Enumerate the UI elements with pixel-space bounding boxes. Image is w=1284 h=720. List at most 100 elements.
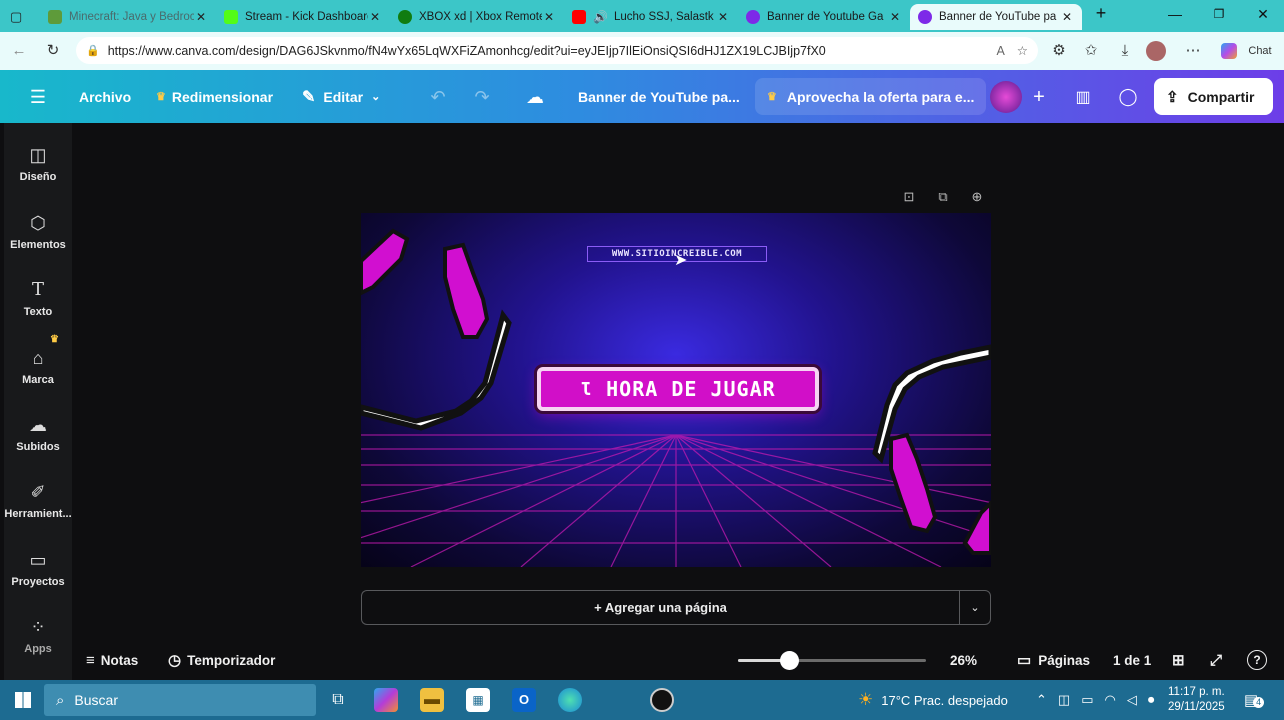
comment-icon[interactable]: ◯	[1111, 80, 1145, 114]
speaker-icon[interactable]: 🔊	[593, 10, 608, 24]
favorites-icon[interactable]: ✩	[1080, 40, 1102, 62]
close-tab-icon[interactable]: ✕	[1060, 10, 1074, 24]
sidebar-item-texto[interactable]: T Texto	[4, 278, 72, 318]
browser-tab[interactable]: Banner de Youtube Ga ✕	[738, 4, 910, 30]
address-bar[interactable]: 🔒 https://www.canva.com/design/DAG6JSkvn…	[76, 37, 1038, 64]
offer-button[interactable]: ♛ Aprovecha la oferta para e...	[755, 78, 987, 115]
refresh-icon[interactable]: ↻	[42, 40, 64, 62]
duplicate-page-icon[interactable]: ⧉	[932, 186, 954, 208]
microphone-icon[interactable]: ⏺	[1148, 692, 1155, 708]
microsoft-store-icon[interactable]: ▦	[466, 688, 490, 712]
close-window-button[interactable]: ✕	[1248, 6, 1278, 26]
pages-button[interactable]: ▭ Páginas	[1017, 648, 1090, 672]
cloud-upload-icon: ☁	[29, 415, 47, 435]
kick-favicon-icon	[224, 10, 238, 24]
share-button[interactable]: ⇪ Compartir	[1154, 78, 1273, 115]
wifi-icon[interactable]: ◠	[1105, 692, 1116, 708]
file-explorer-icon[interactable]: ▬	[420, 688, 444, 712]
edit-menu-button[interactable]: ✎ Editar ⌄	[302, 70, 380, 123]
help-icon[interactable]: ?	[1247, 650, 1267, 670]
task-view-icon[interactable]: ⧉	[326, 688, 350, 712]
cloud-saved-icon[interactable]: ☁	[518, 80, 552, 114]
sidebar-item-marca[interactable]: ⌂ Marca ♛	[4, 334, 72, 386]
notification-center-icon[interactable]: ▤ 4	[1244, 680, 1265, 720]
pixel-headphone-right	[872, 344, 991, 555]
grid-view-icon[interactable]: ⊞	[1172, 648, 1185, 672]
obs-studio-icon[interactable]	[650, 688, 674, 712]
sidebar-item-diseno[interactable]: ◫ Diseño	[4, 143, 72, 183]
user-avatar[interactable]	[990, 81, 1022, 113]
battery-icon[interactable]: ▭	[1081, 692, 1093, 708]
add-page-button[interactable]: + Agregar una página	[361, 590, 959, 625]
redo-icon[interactable]: ↷	[465, 80, 499, 114]
copilot-icon[interactable]	[1218, 40, 1240, 62]
file-menu-button[interactable]: Archivo	[79, 70, 131, 123]
browser-tab[interactable]: Minecraft: Java y Bedrock ✕	[40, 4, 216, 30]
close-tab-icon[interactable]: ✕	[716, 10, 730, 24]
canva-header: ☰ Archivo ♛ Redimensionar ✎ Editar ⌄ ↶ ↷…	[0, 70, 1284, 123]
timer-icon: ◷	[168, 652, 182, 669]
edge-browser-icon[interactable]	[558, 688, 582, 712]
add-page-icon[interactable]: ⊕	[966, 186, 988, 208]
zoom-slider-handle[interactable]	[780, 651, 799, 670]
add-collaborator-icon[interactable]: +	[1022, 80, 1056, 114]
insights-chart-icon[interactable]: ▥	[1066, 80, 1100, 114]
more-menu-icon[interactable]: ⋯	[1182, 40, 1204, 62]
system-tray-icons[interactable]: ⌃ ◫ ▭ ◠ ◁ ⏺	[1036, 680, 1154, 720]
new-tab-button[interactable]: +	[1086, 3, 1116, 23]
apps-icon: ⁘	[30, 617, 46, 637]
taskbar-search[interactable]: ⌕ Buscar	[44, 684, 316, 716]
browser-tab-active[interactable]: Banner de YouTube pa ✕	[910, 4, 1082, 30]
copilot-chat-label[interactable]: Chat	[1244, 40, 1276, 62]
tab-actions-icon[interactable]: ▢	[2, 4, 38, 30]
youtube-favicon-icon	[572, 10, 586, 24]
sidebar-item-herramientas[interactable]: ✐ Herramient...	[4, 480, 72, 520]
extension-icon[interactable]: ⚙	[1048, 40, 1070, 62]
browser-tab[interactable]: 🔊 Lucho SSJ, Salastk ✕	[564, 4, 738, 30]
lock-icon[interactable]: ⊡	[898, 186, 920, 208]
xbox-favicon-icon	[398, 10, 412, 24]
design-title[interactable]: Banner de YouTube pa...	[578, 70, 740, 123]
meet-now-icon[interactable]: ◫	[1058, 692, 1070, 708]
undo-icon[interactable]: ↶	[421, 80, 455, 114]
shapes-icon: ⬡	[30, 213, 46, 233]
url-text: https://www.canva.com/design/DAG6JSkvnmo…	[107, 43, 826, 58]
browser-tab[interactable]: XBOX xd | Xbox Remote ✕	[390, 4, 564, 30]
read-aloud-icon[interactable]: A	[996, 44, 1004, 58]
show-hidden-icons-icon[interactable]: ⌃	[1036, 692, 1047, 708]
close-tab-icon[interactable]: ✕	[194, 10, 208, 24]
share-upload-icon: ⇪	[1166, 88, 1179, 106]
zoom-percentage[interactable]: 26%	[950, 648, 977, 672]
windows-start-icon[interactable]	[11, 688, 35, 712]
outlook-icon[interactable]: O	[512, 688, 536, 712]
clock[interactable]: 11:17 p. m. 29/11/2025	[1168, 680, 1225, 720]
sidebar-item-subidos[interactable]: ☁ Subidos	[4, 413, 72, 453]
design-headline-pill[interactable]: Ɩ HORA DE JUGAR	[537, 367, 819, 411]
profile-avatar[interactable]	[1146, 41, 1166, 61]
resize-button[interactable]: ♛ Redimensionar	[156, 70, 273, 123]
notes-button[interactable]: ≡ Notas	[86, 648, 138, 672]
copilot-taskbar-icon[interactable]	[374, 688, 398, 712]
menu-hamburger-icon[interactable]: ☰	[21, 80, 55, 114]
add-page-dropdown-icon[interactable]: ⌄	[959, 590, 991, 625]
sidebar-item-elementos[interactable]: ⬡ Elementos	[4, 211, 72, 251]
close-tab-icon[interactable]: ✕	[542, 10, 556, 24]
close-tab-icon[interactable]: ✕	[368, 10, 382, 24]
minimize-button[interactable]: —	[1160, 6, 1190, 26]
cursor-bar-icon: Ɩ	[580, 378, 593, 400]
close-tab-icon[interactable]: ✕	[888, 10, 902, 24]
favorite-star-icon[interactable]: ☆	[1017, 43, 1028, 58]
back-icon[interactable]: ←	[8, 40, 30, 62]
crown-icon: ♛	[156, 91, 166, 103]
sidebar-item-apps[interactable]: ⁘ Apps	[4, 615, 72, 655]
fullscreen-icon[interactable]: ⤢	[1210, 648, 1222, 672]
volume-icon[interactable]: ◁	[1127, 692, 1137, 708]
side-panel: ◫ Diseño ⬡ Elementos T Texto ⌂ Marca ♛ ☁…	[4, 123, 72, 680]
download-icon[interactable]: ⤓	[1114, 40, 1136, 62]
weather-widget[interactable]: ☀ 17°C Prac. despejado	[858, 680, 1008, 720]
timer-button[interactable]: ◷ Temporizador	[168, 648, 275, 672]
browser-tab[interactable]: Stream - Kick Dashboard ✕	[216, 4, 390, 30]
restore-button[interactable]: ❐	[1204, 7, 1234, 27]
sidebar-item-proyectos[interactable]: ▭ Proyectos	[4, 548, 72, 588]
weather-sun-icon: ☀	[858, 690, 874, 709]
